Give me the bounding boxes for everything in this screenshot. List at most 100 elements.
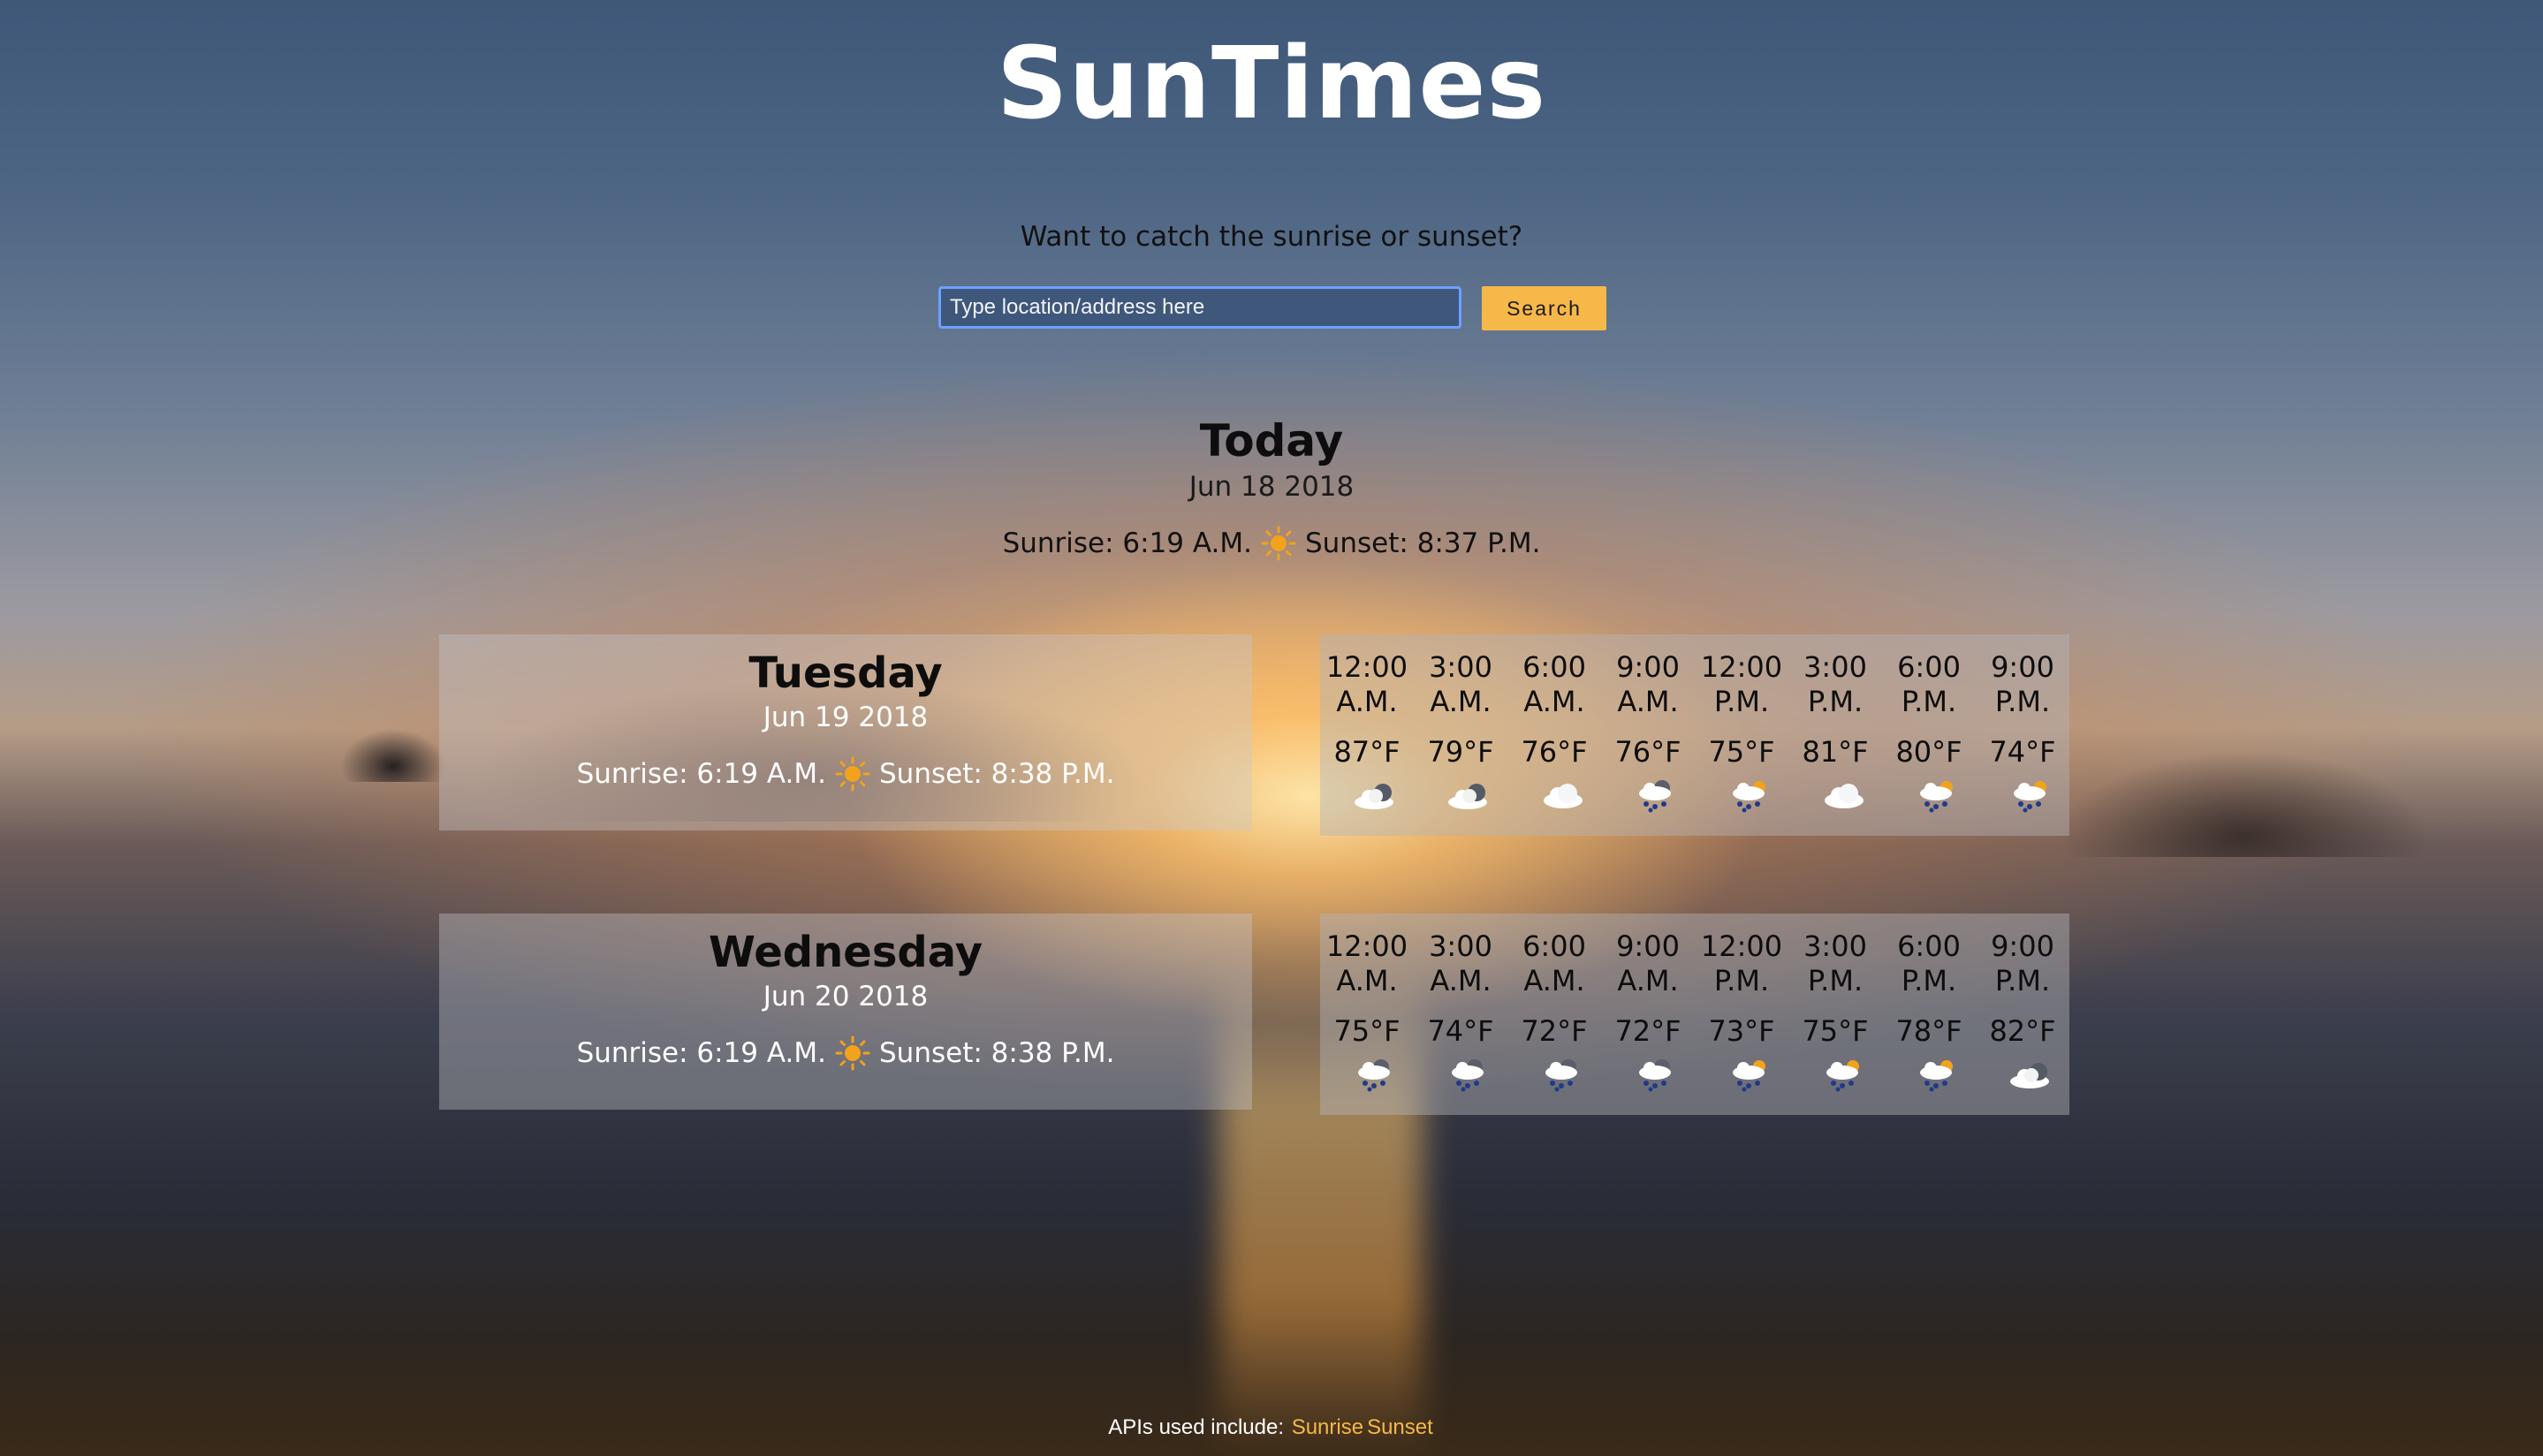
day-name: Wednesday [708, 928, 983, 977]
sun-rain-cloud-icon [1724, 777, 1777, 813]
day-date: Jun 20 2018 [763, 981, 929, 1012]
forecast-period: A.M. [1523, 964, 1585, 997]
forecast-hour: 12:00 [1700, 650, 1783, 684]
forecast-temp: 76°F [1521, 735, 1588, 769]
forecast-time: 3:00 P.M. [1788, 929, 1882, 998]
forecast-time: 9:00 P.M. [1976, 650, 2069, 719]
cloud-icon [1537, 777, 1590, 813]
forecast-hour: 3:00 [1803, 650, 1867, 684]
forecast-time: 9:00 P.M. [1976, 929, 2069, 998]
forecast-hour: 12:00 [1325, 929, 1408, 963]
cloud-icon [1818, 777, 1871, 813]
forecast-temp: 81°F [1802, 735, 1869, 769]
forecast-period: P.M. [1994, 964, 2051, 997]
dark-cloud-icon [1349, 777, 1402, 813]
forecast-hour: 6:00 [1522, 929, 1586, 963]
forecast-period: P.M. [1807, 964, 1864, 997]
forecast-temp: 72°F [1521, 1014, 1588, 1048]
day-sunset: Sunset: 8:38 P.M. [879, 758, 1115, 790]
forecast-period: A.M. [1617, 964, 1679, 997]
today-date: Jun 18 2018 [1188, 471, 1355, 503]
background-hill-right [2059, 751, 2430, 857]
forecast-period: P.M. [1713, 964, 1770, 997]
search-button[interactable]: Search [1482, 286, 1606, 330]
day-sun-times: Sunrise: 6:19 A.M. Sunset: 8:38 P.M. [439, 756, 1252, 792]
sun-rain-cloud-icon [1818, 1057, 1871, 1092]
forecast-time: 12:00 P.M. [1695, 929, 1788, 998]
today-sun-times: Sunrise: 6:19 A.M. Sunset: 8:37 P.M. [0, 526, 2543, 561]
day-sunrise: Sunrise: 6:19 A.M. [576, 758, 826, 790]
forecast-temp: 75°F [1708, 735, 1775, 769]
forecast-temp: 80°F [1895, 735, 1962, 769]
sun-rain-cloud-icon [1911, 1057, 1964, 1092]
rain-cloud-icon [1630, 777, 1683, 813]
forecast-time: 6:00 A.M. [1507, 650, 1601, 719]
sun-icon [835, 1035, 870, 1071]
day-sun-times: Sunrise: 6:19 A.M. Sunset: 8:38 P.M. [439, 1035, 1252, 1071]
forecast-time: 12:00 P.M. [1695, 650, 1788, 719]
forecast-period: A.M. [1617, 685, 1679, 718]
forecast-temp: 74°F [1427, 1014, 1494, 1048]
sun-rain-cloud-icon [2005, 777, 2058, 813]
forecast-time: 3:00 A.M. [1414, 650, 1507, 719]
forecast-time: 6:00 P.M. [1882, 929, 1976, 998]
search-prompt: Want to catch the sunrise or sunset? [1020, 221, 1523, 253]
rain-cloud-icon [1349, 1057, 1402, 1092]
sun-icon [1261, 526, 1296, 561]
forecast-hour: 9:00 [1991, 929, 2054, 963]
dark-cloud-icon [2005, 1057, 2058, 1092]
forecast-temp: 78°F [1895, 1014, 1962, 1048]
forecast-temp: 74°F [1989, 735, 2056, 769]
rain-cloud-icon [1443, 1057, 1496, 1092]
app-title: SunTimes [996, 27, 1547, 141]
forecast-period: P.M. [1994, 685, 2051, 718]
sun-rain-cloud-icon [1724, 1057, 1777, 1092]
forecast-hour: 6:00 [1897, 650, 1961, 684]
footer-text: APIs used include: [1108, 1415, 1285, 1439]
forecast-hour: 9:00 [1616, 650, 1680, 684]
forecast-hour: 9:00 [1616, 929, 1680, 963]
forecast-temp: 82°F [1989, 1014, 2056, 1048]
forecast-period: P.M. [1901, 964, 1957, 997]
forecast-hour: 12:00 [1325, 650, 1408, 684]
today-heading: Today [1199, 415, 1344, 466]
footer: APIs used include: Sunrise Sunset [0, 1415, 2543, 1440]
forecast-temp: 87°F [1333, 735, 1401, 769]
footer-link-sunset[interactable]: Sunset [1367, 1415, 1433, 1439]
rain-cloud-icon [1630, 1057, 1683, 1092]
forecast-time: 3:00 P.M. [1788, 650, 1882, 719]
forecast-time: 3:00 A.M. [1414, 929, 1507, 998]
forecast-period: A.M. [1430, 685, 1492, 718]
forecast-hour: 12:00 [1700, 929, 1783, 963]
forecast-temp: 72°F [1614, 1014, 1681, 1048]
forecast-period: A.M. [1523, 685, 1585, 718]
forecast-period: P.M. [1807, 685, 1864, 718]
day-card-wednesday: Wednesday Jun 20 2018 Sunrise: 6:19 A.M.… [439, 914, 1252, 1110]
forecast-period: A.M. [1430, 964, 1492, 997]
forecast-hour: 6:00 [1897, 929, 1961, 963]
forecast-hour: 9:00 [1991, 650, 2054, 684]
day-sunset: Sunset: 8:38 P.M. [879, 1037, 1115, 1069]
today-sunset: Sunset: 8:37 P.M. [1305, 527, 1541, 559]
today-sunrise: Sunrise: 6:19 A.M. [1002, 527, 1252, 559]
forecast-time: 9:00 A.M. [1601, 929, 1695, 998]
forecast-hour: 6:00 [1522, 650, 1586, 684]
forecast-panel-tuesday: 12:00 A.M. 87°F 3:00 A.M. 79°F 6:00 A.M. 76°F 9:0… [1320, 634, 2069, 836]
rain-cloud-icon [1537, 1057, 1590, 1092]
location-search-input[interactable] [938, 286, 1461, 329]
forecast-time: 12:00 A.M. [1320, 650, 1414, 719]
forecast-temp: 79°F [1427, 735, 1494, 769]
forecast-time: 6:00 P.M. [1882, 650, 1976, 719]
forecast-temp: 73°F [1708, 1014, 1775, 1048]
forecast-temp: 75°F [1802, 1014, 1869, 1048]
forecast-hour: 3:00 [1429, 650, 1492, 684]
forecast-temp: 76°F [1614, 735, 1681, 769]
forecast-temp: 75°F [1333, 1014, 1401, 1048]
day-name: Tuesday [748, 648, 943, 698]
footer-link-sunrise[interactable]: Sunrise [1292, 1415, 1363, 1439]
forecast-time: 12:00 A.M. [1320, 929, 1414, 998]
forecast-time: 9:00 A.M. [1601, 650, 1695, 719]
day-sunrise: Sunrise: 6:19 A.M. [576, 1037, 826, 1069]
forecast-period: A.M. [1336, 685, 1398, 718]
forecast-time: 6:00 A.M. [1507, 929, 1601, 998]
